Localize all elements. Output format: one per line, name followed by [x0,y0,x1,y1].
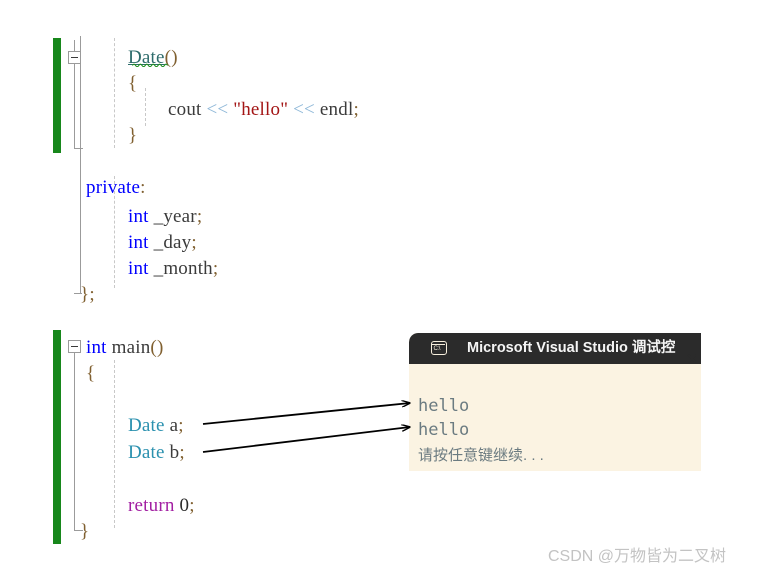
collapse-toggle-0[interactable] [68,51,81,64]
console-title-text: Microsoft Visual Studio 调试控 [467,340,676,356]
line-date-b[interactable]: Date b; [128,443,185,462]
console-output-area[interactable]: hello hello 请按任意键继续. . . [409,364,701,471]
line-return-token-0: return [128,495,175,516]
code-editor-pane[interactable]: Date () { cout << "hello" << endl;} private:… [0,0,774,579]
line-main-decl-token-2: () [150,337,164,358]
line-ctor-open-brace-token-0: { [128,73,138,94]
line-main-close-brace[interactable]: } [80,522,89,541]
line-date-a-token-2: ; [178,415,184,436]
line-cout-token-1: << [206,99,229,120]
line-member-month-token-0: int [128,258,149,279]
line-date-a[interactable]: Date a; [128,416,184,435]
line-return-token-1: 0 [174,495,190,516]
line-date-b-token-1: b [164,442,180,463]
structure-line-3 [74,353,75,531]
line-cout-token-5: << [293,99,315,120]
line-class-end[interactable]: }; [80,285,95,304]
line-date-b-token-2: ; [179,442,185,463]
line-cout-token-7: ; [353,99,359,120]
line-main-open-brace[interactable]: { [86,364,95,383]
console-title-bar[interactable]: C:\ Microsoft Visual Studio 调试控 [409,333,701,364]
console-output-line-0: hello [418,396,470,416]
console-output-line-1: hello [418,420,470,440]
change-bar-0 [53,38,61,153]
line-member-month[interactable]: int _month; [128,259,218,278]
console-window-icon: C:\ [431,341,447,355]
line-ctor-close-brace-token-0: } [128,125,138,146]
indent-guide-3 [114,360,115,528]
line-return[interactable]: return 0; [128,496,195,515]
line-member-day-token-0: int [128,232,149,253]
line-member-year-token-0: int [128,206,149,227]
line-main-decl[interactable]: int main() [86,338,163,357]
line-cout[interactable]: cout << "hello" << endl; [168,100,359,119]
line-ctor-open-brace[interactable]: { [128,74,137,93]
indent-guide-0 [114,38,115,148]
line-member-month-token-1: _month [148,258,213,279]
line-private-token-0: private [86,177,141,198]
line-main-close-brace-token-0: } [80,521,90,542]
line-main-decl-token-1: main [106,337,151,358]
collapse-toggle-1[interactable] [68,340,81,353]
line-member-year-token-2: ; [196,206,203,227]
structure-line-1 [74,64,75,149]
line-cout-token-3: "hello" [233,99,289,120]
error-squiggle-icon [131,63,169,67]
line-ctor-close-brace[interactable]: } [128,126,137,145]
line-member-year[interactable]: int _year; [128,207,202,226]
structure-foot-0 [74,148,83,149]
line-date-a-token-1: a [164,415,179,436]
structure-line-2 [80,36,81,294]
line-main-open-brace-token-0: { [86,363,96,384]
line-member-month-token-2: ; [212,258,219,279]
line-cout-token-0: cout [168,99,207,120]
line-member-year-token-1: _year [148,206,197,227]
csdn-watermark: CSDN @万物皆为二叉树 [548,548,727,565]
line-date-b-token-0: Date [128,442,165,463]
line-private[interactable]: private: [86,178,146,197]
console-icon-glyph: C:\ [433,345,441,352]
line-member-day-token-2: ; [191,232,197,253]
indent-guide-1 [145,88,146,126]
console-close-button[interactable]: ✕ [684,352,700,368]
line-private-token-1: : [140,177,146,198]
change-bar-1 [53,330,61,544]
line-return-token-2: ; [189,495,195,516]
line-cout-token-6: endl [314,99,354,120]
debug-console-window[interactable]: C:\ Microsoft Visual Studio 调试控 hello hel… [409,333,701,471]
structure-line-0 [74,40,75,51]
line-main-decl-token-0: int [86,337,107,358]
line-member-day-token-1: _day [148,232,192,253]
line-date-a-token-0: Date [128,415,165,436]
line-member-day[interactable]: int _day; [128,233,197,252]
line-class-end-token-0: }; [80,284,95,305]
console-output-line-clipped: 请按任意键继续. . . [418,447,544,464]
